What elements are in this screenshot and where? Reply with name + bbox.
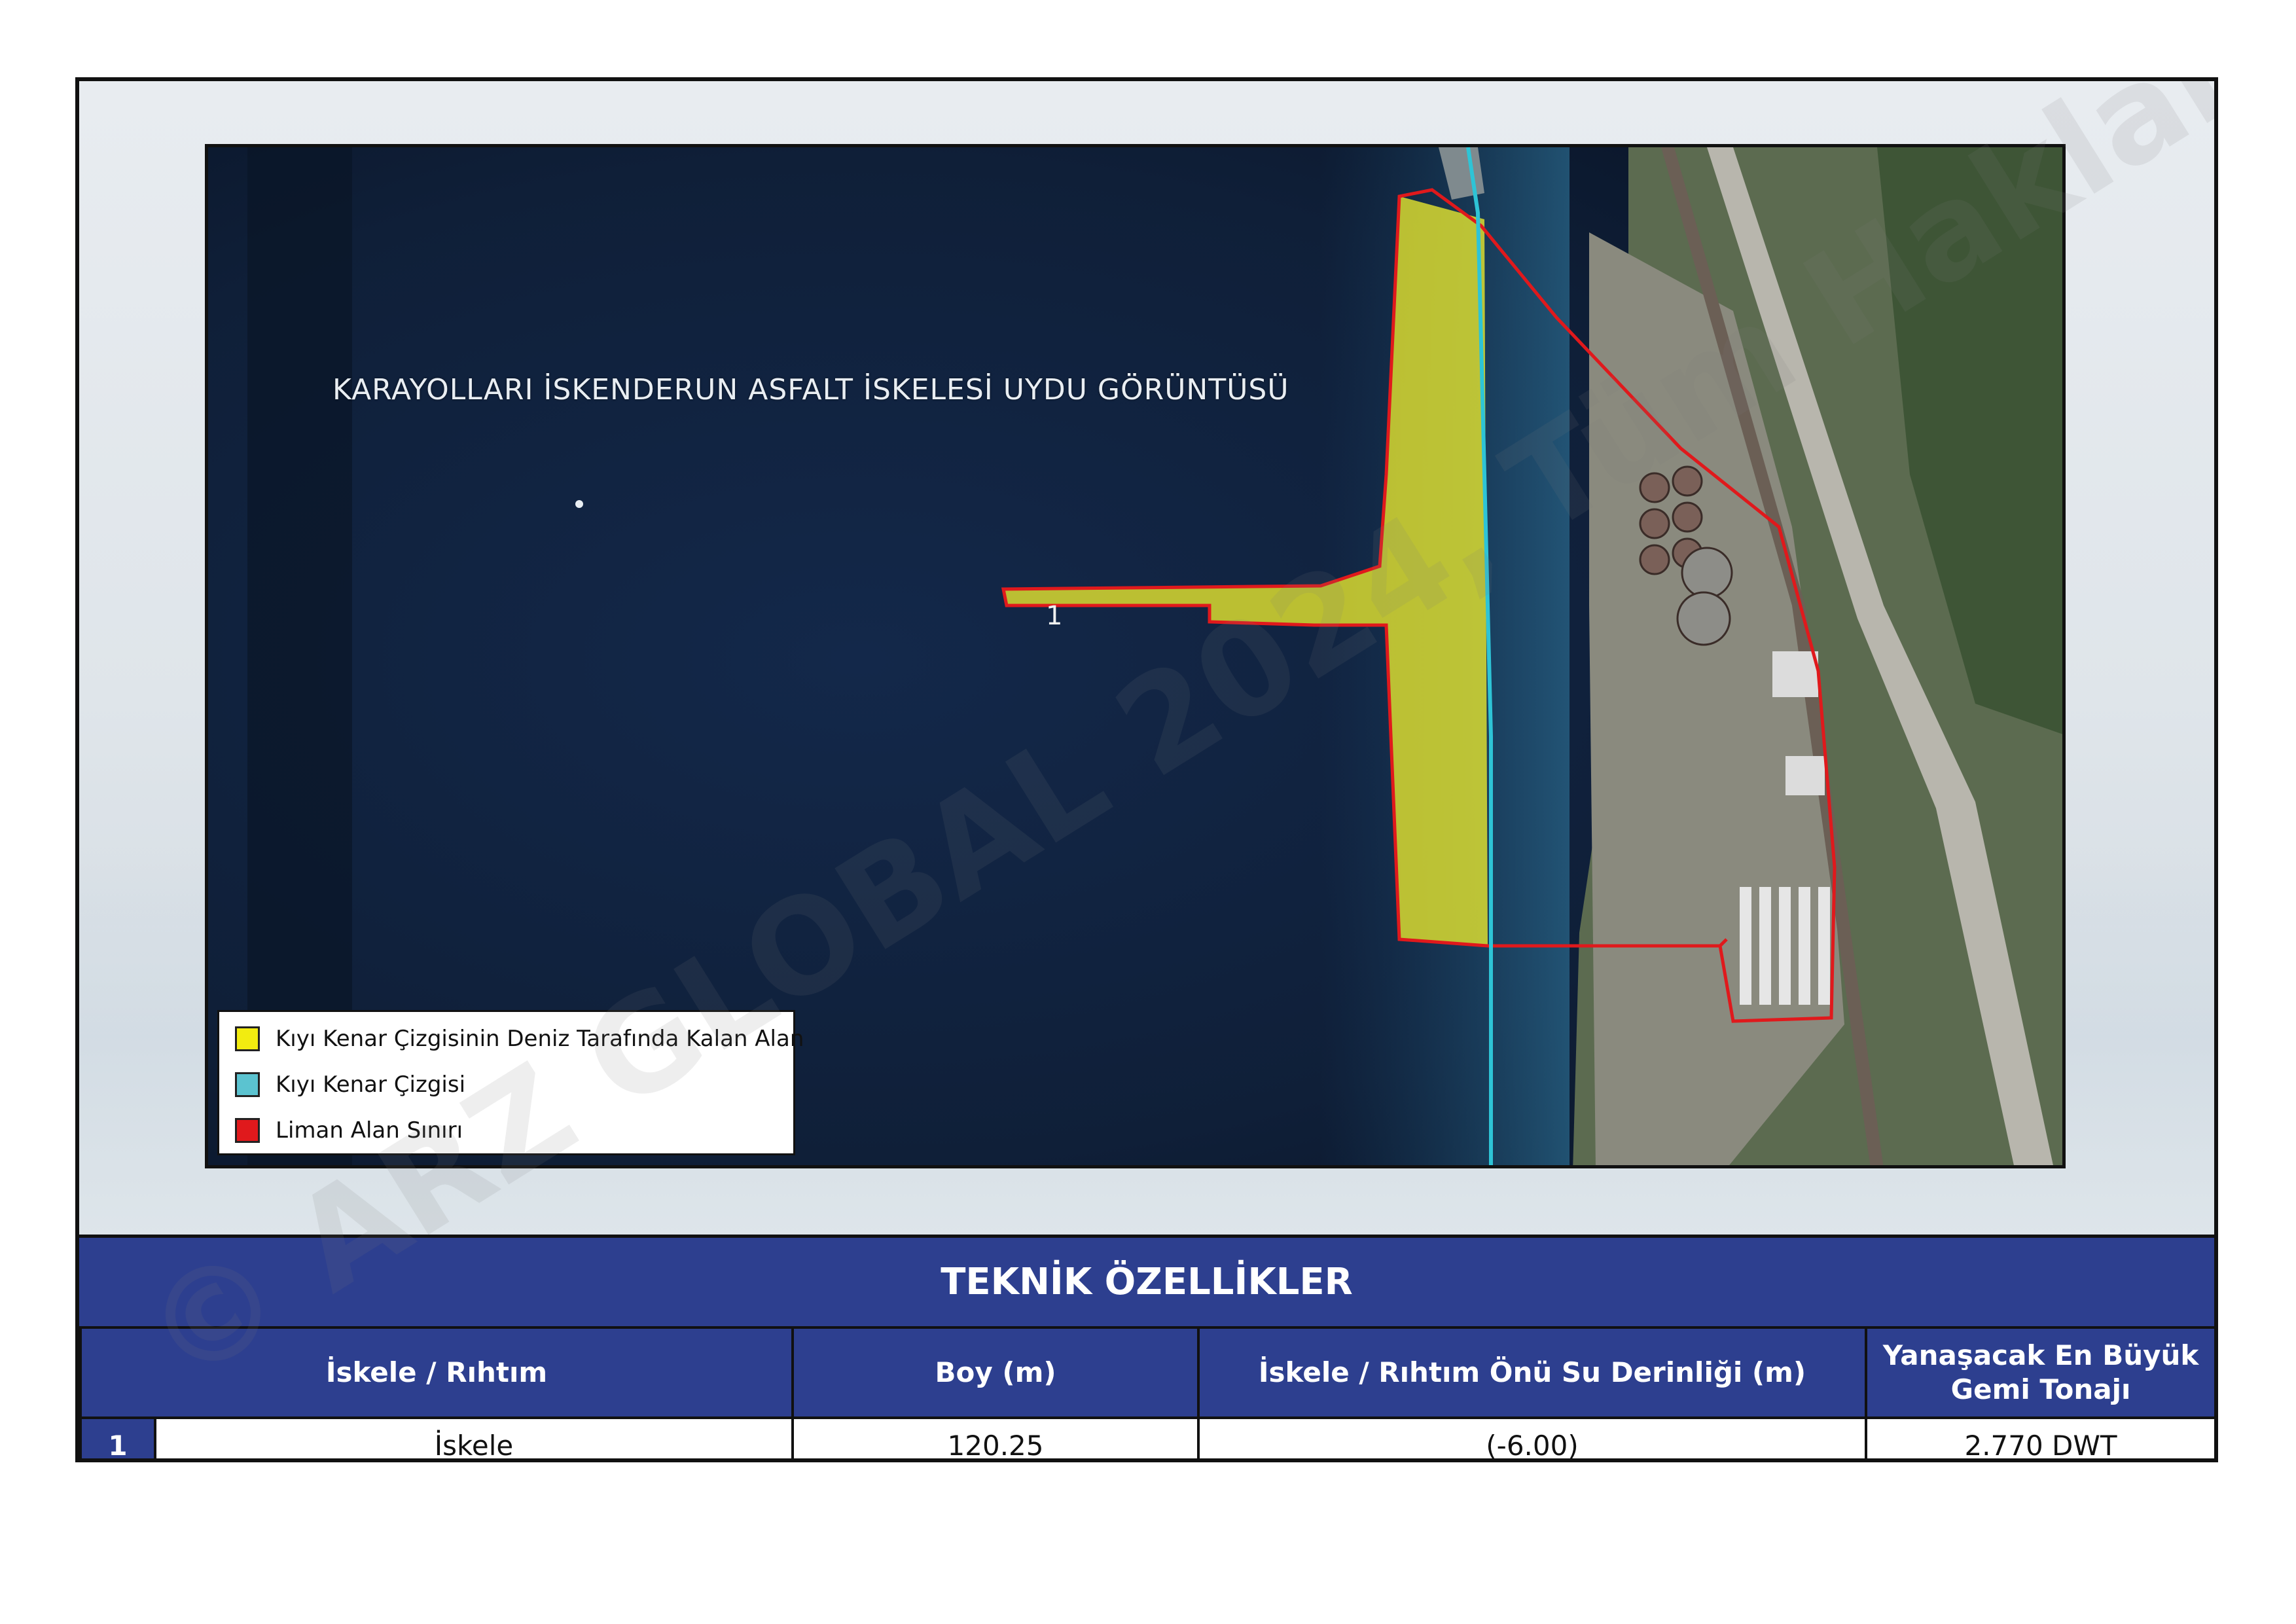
specs-title: TEKNİK ÖZELLİKLER (79, 1235, 2214, 1326)
max-tonnage: 2.770 DWT (1865, 1416, 2214, 1458)
pier-number-label: 1 (1046, 601, 1063, 631)
column-header-tonnage: Yanaşacak En Büyük Gemi Tonajı (1865, 1326, 2214, 1419)
legend-item-coastal-zone: Kıyı Kenar Çizgisinin Deniz Tarafında Ka… (235, 1022, 804, 1055)
warehouse (1772, 651, 1818, 697)
pier-length: 120.25 (791, 1416, 1200, 1458)
legend-label: Kıyı Kenar Çizgisinin Deniz Tarafında Ka… (276, 1026, 804, 1052)
pier-name: İskele (153, 1416, 795, 1458)
legend-item-coastline: Kıyı Kenar Çizgisi (235, 1068, 465, 1101)
map-title: KARAYOLLARI İSKENDERUN ASFALT İSKELESİ U… (332, 373, 1289, 406)
page-frame: KARAYOLLARI İSKENDERUN ASFALT İSKELESİ U… (75, 77, 2218, 1462)
water-depth: (-6.00) (1197, 1416, 1868, 1458)
table-row: 1 İskele 120.25 (-6.00) 2.770 DWT (79, 1416, 2214, 1458)
red-swatch-icon (235, 1118, 260, 1143)
cyan-swatch-icon (235, 1072, 260, 1097)
legend-label: Liman Alan Sınırı (276, 1117, 463, 1144)
warehouse-2 (1785, 756, 1825, 795)
specs-table: İskele / Rıhtım Boy (m) İskele / Rıhtım … (79, 1326, 2214, 1458)
map-legend: Kıyı Kenar Çizgisinin Deniz Tarafında Ka… (217, 1010, 804, 1155)
legend-label: Kıyı Kenar Çizgisi (276, 1072, 466, 1098)
table-header-row: İskele / Rıhtım Boy (m) İskele / Rıhtım … (79, 1326, 2214, 1419)
column-header-pier: İskele / Rıhtım (79, 1326, 795, 1419)
row-number: 1 (79, 1416, 156, 1458)
column-header-length: Boy (m) (791, 1326, 1200, 1419)
satellite-map[interactable]: KARAYOLLARI İSKENDERUN ASFALT İSKELESİ U… (205, 144, 2066, 1168)
column-header-depth: İskele / Rıhtım Önü Su Derinliği (m) (1197, 1326, 1868, 1419)
buoy (575, 500, 583, 508)
legend-item-port-boundary: Liman Alan Sınırı (235, 1114, 463, 1147)
yellow-swatch-icon (235, 1026, 260, 1051)
